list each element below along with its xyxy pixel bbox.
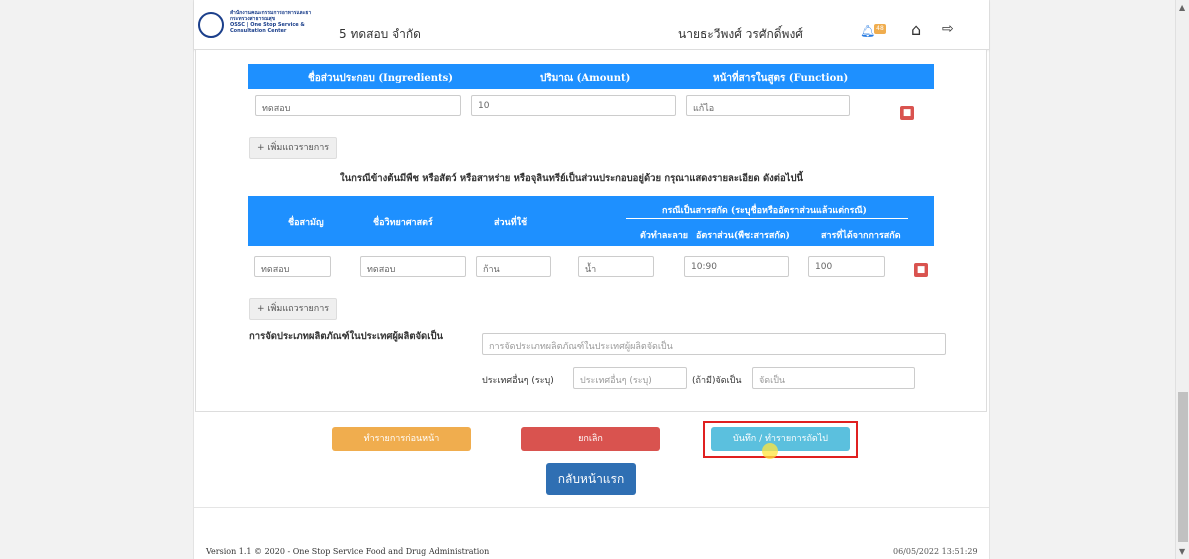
company-name: 5 ทดสอบ จำกัด: [339, 27, 421, 41]
org-line-3: OSSC | One Stop Service & Consultation C…: [230, 22, 305, 34]
plant-ratio-input[interactable]: 10:90: [684, 256, 789, 277]
plant-table-header: ชื่อสามัญ ชื่อวิทยาศาสตร์ ส่วนที่ใช้ กรณ…: [248, 196, 934, 246]
home-icon[interactable]: ⌂: [911, 20, 921, 39]
scroll-thumb[interactable]: [1178, 392, 1188, 542]
plant-col-extract-group: กรณีเป็นสารสกัด (ระบุชื่อหรืออัตราส่วนแล…: [662, 206, 867, 216]
footer-divider: [194, 507, 989, 508]
plant-solvent-input[interactable]: น้ำ: [578, 256, 654, 277]
other-class-input[interactable]: จัดเป็น: [752, 367, 915, 389]
highlight-box: [703, 421, 858, 458]
fda-logo[interactable]: [198, 12, 224, 38]
org-name: สำนักงานคณะกรรมการอาหารและยา กระทรวงสาธา…: [230, 10, 330, 34]
add-ingredient-row-button[interactable]: + เพิ่มแถวรายการ: [249, 137, 338, 159]
trash-icon: ■: [902, 108, 912, 118]
logout-icon[interactable]: ⇨: [942, 21, 954, 37]
plant-col-yield: สารที่ได้จากการสกัด: [821, 231, 901, 241]
classification-label: การจัดประเภทผลิตภัณฑ์ในประเทศผู้ผลิตจัดเ…: [249, 331, 443, 342]
trash-icon: ■: [916, 265, 926, 275]
user-name[interactable]: นายธะวีพงศ์ วรศักดิ์พงศ์: [678, 25, 803, 44]
timestamp: 06/05/2022 13:51:29: [893, 547, 978, 556]
extract-group-divider: [626, 218, 908, 219]
ingredient-amount-input[interactable]: 10: [471, 95, 676, 116]
ingredient-function-input[interactable]: แก้ไอ: [686, 95, 850, 116]
other-country-input[interactable]: ประเทศอื่นๆ (ระบุ): [573, 367, 687, 389]
plant-col-solvent: ตัวทำละลาย: [640, 231, 689, 241]
bell-icon[interactable]: 🔔︎: [860, 24, 875, 38]
other-country-label: ประเทศอื่นๆ (ระบุ): [482, 376, 554, 386]
plant-col-common-name: ชื่อสามัญ: [288, 218, 324, 228]
classification-input[interactable]: การจัดประเภทผลิตภัณฑ์ในประเทศผู้ผลิตจัดเ…: [482, 333, 946, 355]
plant-col-scientific-name: ชื่อวิทยาศาสตร์: [373, 218, 433, 228]
plant-common-name-input[interactable]: ทดสอบ: [254, 256, 331, 277]
plant-yield-input[interactable]: 100: [808, 256, 885, 277]
scroll-up-arrow-icon[interactable]: ▲: [1179, 3, 1185, 12]
plant-col-part-used: ส่วนที่ใช้: [494, 218, 528, 228]
plant-scientific-name-input[interactable]: ทดสอบ: [360, 256, 466, 277]
scroll-down-arrow-icon[interactable]: ▼: [1179, 547, 1185, 556]
back-to-home-button[interactable]: กลับหน้าแรก: [546, 463, 636, 495]
top-navbar: สำนักงานคณะกรรมการอาหารและยา กระทรวงสาธา…: [194, 0, 989, 50]
form-card: ชื่อส่วนประกอบ (Ingredients) ปริมาณ (Amo…: [195, 50, 987, 412]
plant-col-ratio: อัตราส่วน(พืช:สารสกัด): [696, 231, 790, 241]
plant-part-used-input[interactable]: ก้าน: [476, 256, 551, 277]
previous-button[interactable]: ทำรายการก่อนหน้า: [332, 427, 471, 451]
cancel-button[interactable]: ยกเลิก: [521, 427, 660, 451]
delete-ingredient-button[interactable]: ■: [900, 106, 914, 120]
ingredients-col-name: ชื่อส่วนประกอบ (Ingredients): [308, 73, 454, 84]
ingredients-table-header: ชื่อส่วนประกอบ (Ingredients) ปริมาณ (Amo…: [248, 64, 934, 89]
add-plant-row-button[interactable]: + เพิ่มแถวรายการ: [249, 298, 338, 320]
mouse-cursor: [762, 443, 778, 459]
other-class-label: (ถ้ามี)จัดเป็น: [692, 376, 742, 386]
page-scrollbar[interactable]: ▲ ▼: [1175, 0, 1189, 559]
ingredients-col-function: หน้าที่สารในสูตร (Function): [713, 73, 849, 84]
ingredient-name-input[interactable]: ทดสอบ: [255, 95, 461, 116]
main-page: สำนักงานคณะกรรมการอาหารและยา กระทรวงสาธา…: [193, 0, 990, 559]
plant-instruction-note: ในกรณีข้างต้นมีพืช หรือสัตว์ หรือสาหร่าย…: [340, 173, 803, 184]
notification-badge[interactable]: 48: [874, 24, 886, 34]
delete-plant-button[interactable]: ■: [914, 263, 928, 277]
version-text: Version 1.1 © 2020 - One Stop Service Fo…: [206, 547, 490, 556]
ingredients-col-amount: ปริมาณ (Amount): [540, 73, 631, 84]
